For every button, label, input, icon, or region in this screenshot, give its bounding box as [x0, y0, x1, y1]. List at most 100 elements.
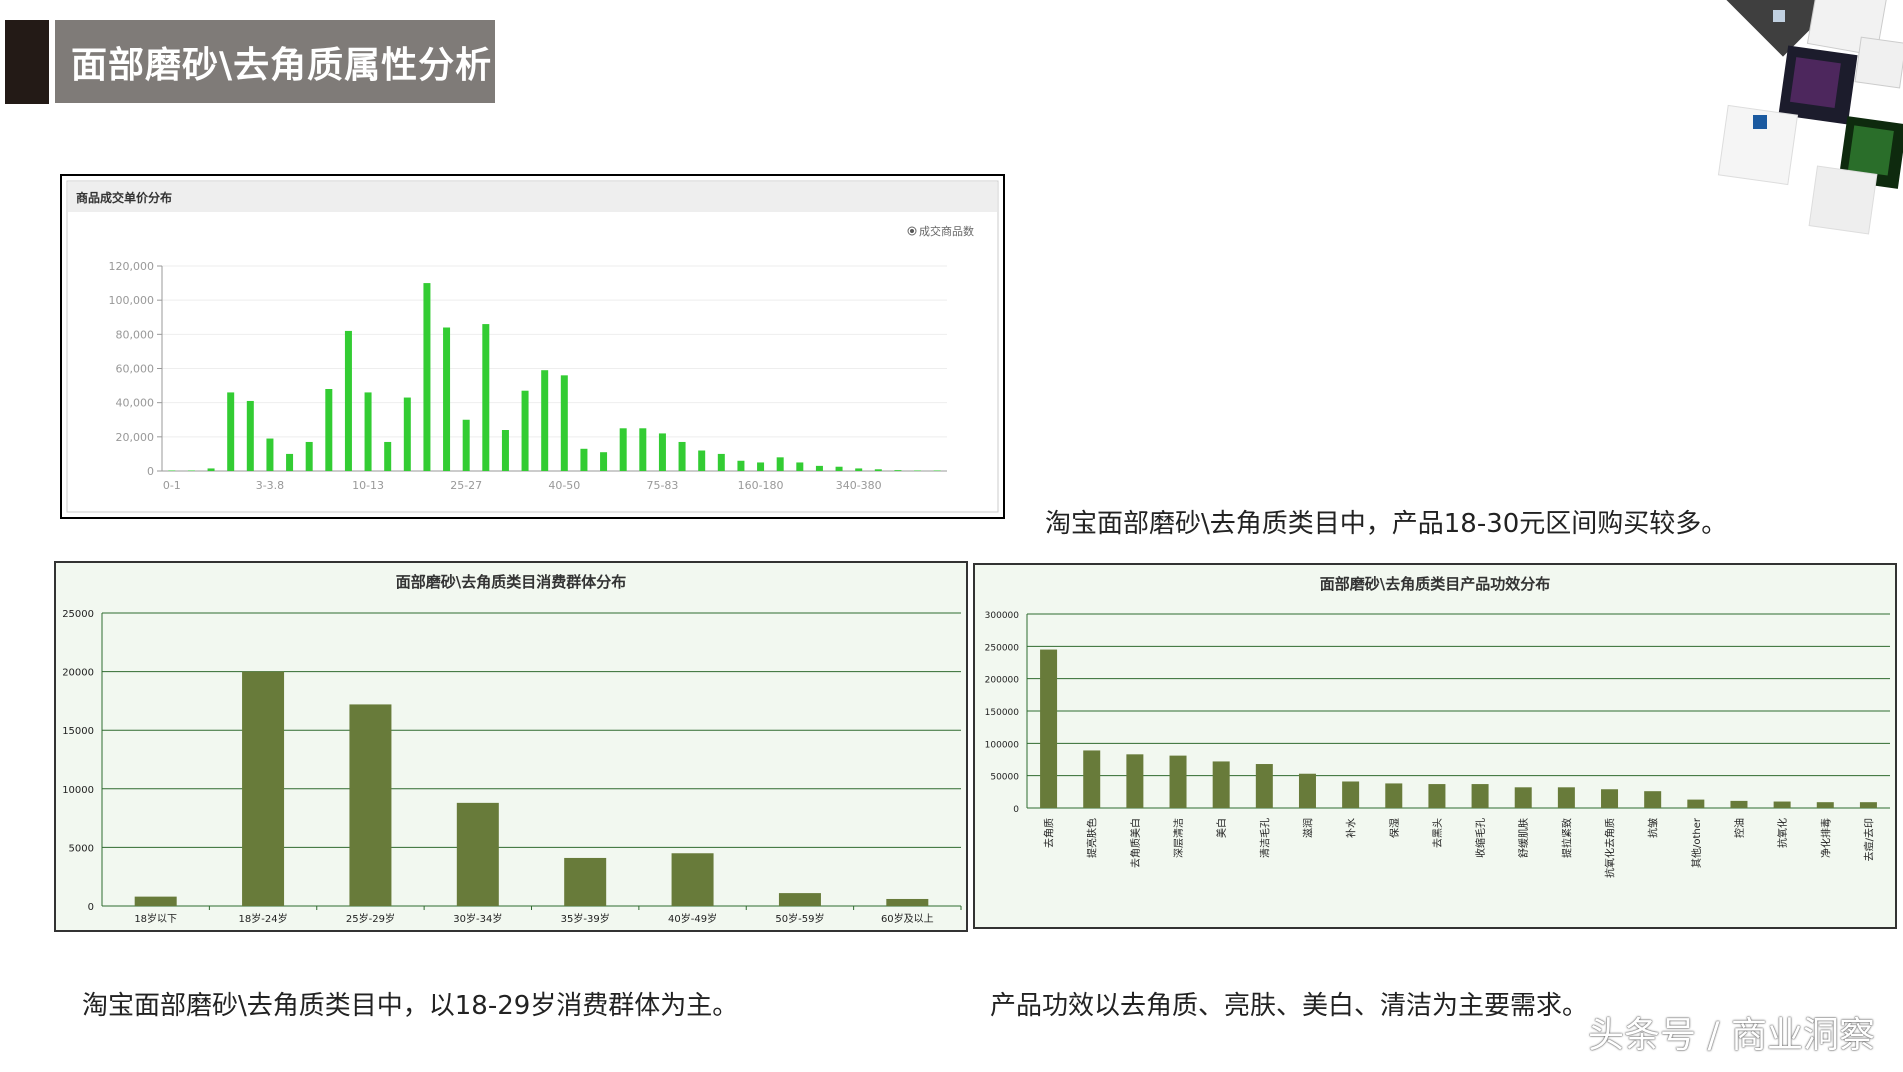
- bar: [1083, 750, 1101, 808]
- bar: [456, 802, 499, 906]
- y-tick-label: 300000: [985, 611, 1020, 621]
- bar: [600, 452, 608, 471]
- x-tick-label: 3-3.8: [256, 479, 284, 492]
- bar: [757, 462, 765, 471]
- bar: [776, 457, 784, 471]
- x-tick-label: 去角质美白: [1129, 818, 1142, 868]
- bar: [168, 470, 176, 471]
- chart-title: 面部磨砂\去角质类目消费群体分布: [396, 573, 626, 591]
- x-tick-label: 75-83: [646, 479, 678, 492]
- bar: [501, 430, 509, 471]
- bar: [1342, 781, 1360, 808]
- x-tick-label: 净化排毒: [1819, 818, 1832, 858]
- bar: [1557, 787, 1575, 808]
- bar: [1298, 773, 1316, 808]
- x-tick-label: 25岁-29岁: [346, 912, 395, 925]
- bar: [1385, 783, 1403, 808]
- bar: [1428, 784, 1446, 808]
- decorative-squares: [1717, 0, 1903, 235]
- bar: [717, 453, 725, 471]
- bar: [246, 400, 254, 471]
- bar: [344, 330, 352, 471]
- bar: [678, 441, 686, 471]
- y-tick-label: 200000: [985, 676, 1020, 686]
- bar: [1730, 800, 1748, 808]
- y-tick-label: 0: [147, 465, 154, 478]
- x-tick-label: 去角质: [1044, 818, 1056, 848]
- bar: [855, 468, 863, 471]
- y-tick-label: 20000: [62, 668, 94, 679]
- bar: [364, 392, 372, 471]
- x-tick-label: 18岁以下: [134, 912, 177, 925]
- bar: [1471, 784, 1489, 808]
- x-tick-label: 去痘/去印: [1862, 818, 1875, 861]
- x-tick-label: 抗氧化: [1776, 818, 1789, 848]
- bar: [1126, 754, 1144, 808]
- bar: [1514, 787, 1532, 808]
- x-tick-label: 25-27: [450, 479, 482, 492]
- watermark: 头条号 / 商业洞察: [1587, 1015, 1875, 1056]
- bar: [778, 893, 821, 906]
- bar: [541, 370, 549, 471]
- y-tick-label: 250000: [985, 643, 1020, 653]
- x-tick-label: 深层清洁: [1172, 818, 1185, 858]
- bar: [242, 671, 285, 906]
- effect-distribution-chart: 面部磨砂\去角质类目产品功效分布 0 50000 100000 150000 200000…: [975, 565, 1895, 927]
- bar: [815, 465, 823, 471]
- y-tick-label: 5000: [69, 843, 94, 854]
- y-tick-label: 60,000: [116, 363, 155, 376]
- price-caption: 淘宝面部磨砂\去角质类目中，产品18-30元区间购买较多。: [1045, 509, 1728, 539]
- bar: [384, 441, 392, 471]
- price-distribution-chart: 商品成交单价分布成交商品数 0 20,000 40,000 60,000 80,000 10…: [66, 180, 999, 513]
- y-tick-label: 0: [88, 902, 94, 913]
- chart-background: [975, 565, 1895, 927]
- bar: [1644, 791, 1662, 808]
- x-tick-label: 收缩毛孔: [1474, 818, 1487, 858]
- x-tick-label: 10-13: [352, 479, 384, 492]
- y-tick-label: 120,000: [109, 260, 155, 273]
- bar: [227, 392, 235, 471]
- bar: [1255, 764, 1273, 808]
- chart-header: [68, 182, 997, 212]
- bar: [1040, 649, 1058, 808]
- bar: [462, 419, 470, 471]
- bar: [796, 462, 804, 471]
- x-tick-label: 美白: [1215, 818, 1228, 838]
- bar: [187, 470, 195, 471]
- y-tick-label: 10000: [62, 785, 94, 796]
- bar: [835, 466, 843, 471]
- bar: [1773, 801, 1791, 808]
- bar: [1601, 789, 1619, 808]
- bar: [325, 389, 333, 471]
- x-tick-label: 抗皱: [1647, 818, 1660, 838]
- x-tick-label: 清洁毛孔: [1258, 818, 1271, 858]
- price-chart-panel: 商品成交单价分布 成交商品数 0 20,000 40,000 60,000 80,000 10…: [60, 174, 1005, 519]
- x-tick-label: 补水: [1345, 818, 1358, 838]
- bar: [914, 470, 922, 471]
- bar: [564, 857, 607, 906]
- x-tick-label: 0-1: [163, 479, 181, 492]
- bar: [560, 375, 568, 471]
- x-tick-label: 60岁及以上: [881, 912, 934, 925]
- title-banner: 面部磨砂\去角质属性分析: [55, 20, 495, 103]
- bar: [671, 853, 714, 906]
- bar: [619, 428, 627, 471]
- y-tick-label: 100,000: [109, 294, 155, 307]
- effect-caption: 产品功效以去角质、亮肤、美白、清洁为主要需求。: [990, 991, 1589, 1021]
- x-tick-label: 提拉紧致: [1560, 818, 1573, 858]
- bar: [349, 704, 392, 906]
- title-accent-bar: [5, 20, 49, 104]
- bar: [482, 324, 490, 471]
- chart-background: [56, 563, 966, 930]
- chart-frame: [66, 180, 999, 513]
- x-tick-label: 舒缓肌肤: [1517, 818, 1530, 858]
- x-tick-label: 滋润: [1301, 818, 1314, 838]
- y-tick-label: 0: [1013, 805, 1019, 815]
- bar: [1212, 761, 1230, 808]
- bar: [874, 469, 882, 471]
- bar: [266, 438, 274, 471]
- effect-chart-panel: 面部磨砂\去角质类目产品功效分布 0 50000 100000 150000 200000…: [973, 563, 1897, 929]
- x-tick-label: 去黑头: [1432, 818, 1444, 848]
- x-tick-label: 35岁-39岁: [561, 912, 610, 925]
- x-tick-label: 保湿: [1388, 818, 1401, 838]
